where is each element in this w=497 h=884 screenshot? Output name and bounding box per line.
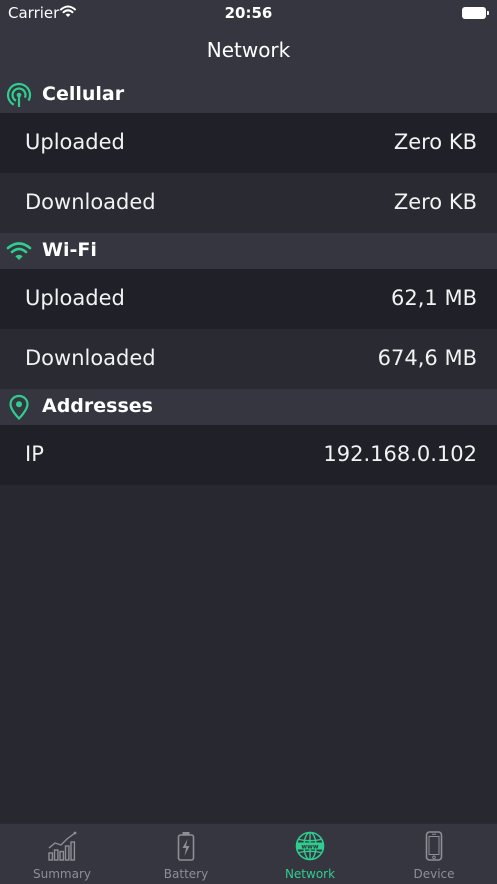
row-label: Downloaded <box>25 346 156 370</box>
tab-label: Network <box>284 867 336 881</box>
cellular-antenna-icon <box>6 82 32 108</box>
tab-device[interactable]: Device <box>372 824 496 884</box>
navigation-bar: Network <box>0 26 497 78</box>
row-value: Zero KB <box>393 190 477 214</box>
row-value: 62,1 MB <box>391 286 477 310</box>
tab-label: Device <box>413 867 455 881</box>
section-header-addresses: Addresses <box>0 389 497 425</box>
svg-text:www: www <box>301 844 318 851</box>
row-label: Downloaded <box>25 190 156 214</box>
section-header-cellular: Cellular <box>0 77 497 113</box>
row-label: Uploaded <box>25 286 125 310</box>
bar-chart-icon <box>48 831 77 861</box>
row-value: Zero KB <box>393 130 477 154</box>
clock: 20:56 <box>224 4 273 22</box>
section-title: Addresses <box>42 395 153 417</box>
cellular-uploaded-row: Uploaded Zero KB <box>0 113 497 173</box>
wifi-downloaded-row: Downloaded 674,6 MB <box>0 329 497 389</box>
tab-network[interactable]: www Network <box>248 824 372 884</box>
ip-address-row: IP 192.168.0.102 <box>0 425 497 485</box>
row-label: Uploaded <box>25 130 125 154</box>
tab-battery[interactable]: Battery <box>124 824 248 884</box>
status-bar: Carrier 20:56 <box>0 0 497 26</box>
row-value: 192.168.0.102 <box>323 442 477 466</box>
section-title: Wi-Fi <box>42 239 97 261</box>
battery-icon <box>177 832 195 861</box>
page-title: Network <box>206 38 291 62</box>
phone-icon <box>425 831 443 861</box>
tab-label: Battery <box>163 867 209 881</box>
wifi-icon <box>6 242 32 260</box>
section-title: Cellular <box>42 83 125 105</box>
location-pin-icon <box>9 394 29 420</box>
wifi-uploaded-row: Uploaded 62,1 MB <box>0 269 497 329</box>
tab-bar: Summary Battery www Network Device <box>0 823 497 884</box>
row-value: 674,6 MB <box>377 346 477 370</box>
row-label: IP <box>25 442 44 466</box>
battery-status-icon <box>462 7 489 19</box>
tab-summary[interactable]: Summary <box>0 824 124 884</box>
globe-icon: www <box>295 831 325 861</box>
section-header-wifi: Wi-Fi <box>0 233 497 269</box>
tab-label: Summary <box>33 867 91 881</box>
cellular-downloaded-row: Downloaded Zero KB <box>0 173 497 233</box>
